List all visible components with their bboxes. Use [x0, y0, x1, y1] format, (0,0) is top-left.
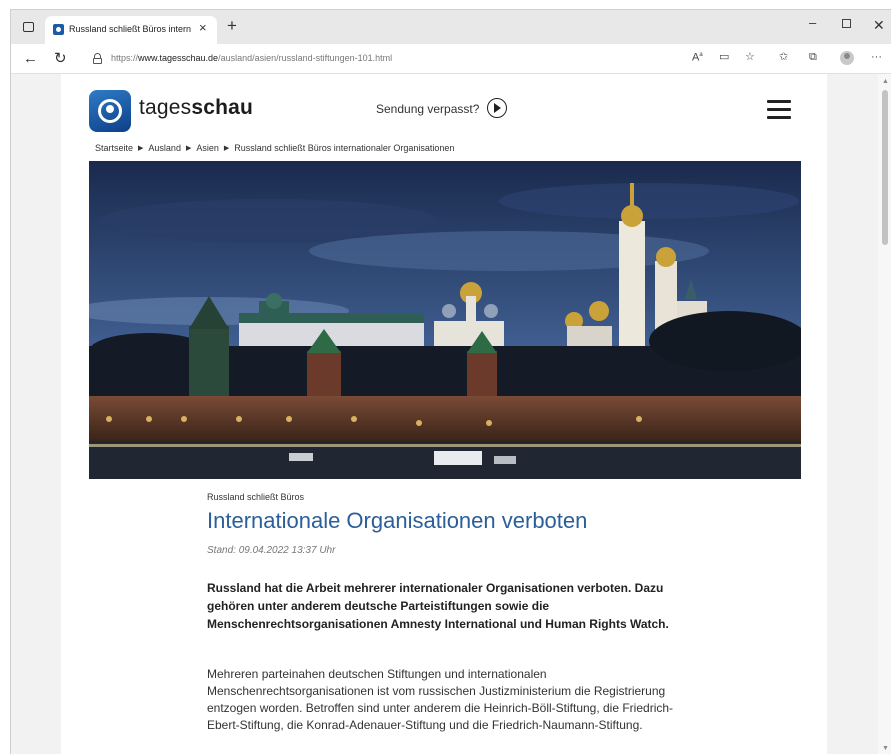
more-icon[interactable]: ···	[871, 52, 882, 63]
browser-window: Russland schließt Büros internati × + – …	[10, 9, 891, 754]
scrollbar-thumb[interactable]	[882, 90, 888, 245]
breadcrumb-item-asien[interactable]: Asien	[196, 143, 219, 153]
hamburger-menu-icon[interactable]	[767, 100, 791, 119]
breadcrumb-arrow-icon: ▶	[138, 145, 144, 152]
sendung-verpasst-link[interactable]: Sendung verpasst?	[376, 102, 479, 116]
article-lead: Russland hat die Arbeit mehrerer interna…	[207, 581, 669, 631]
breadcrumb-arrow-icon: ▶	[185, 145, 192, 152]
window-close-icon[interactable]: ✕	[873, 18, 885, 32]
browser-tab[interactable]: Russland schließt Büros internati ×	[45, 16, 217, 44]
breadcrumb-item-ausland[interactable]: Ausland	[148, 143, 181, 153]
tab-title: Russland schließt Büros internati	[69, 24, 191, 34]
lock-icon[interactable]	[93, 53, 102, 64]
breadcrumb-item-current[interactable]: Russland schließt Büros internationaler …	[234, 143, 454, 153]
page-content: tagesschau Sendung verpasst? Startseite ▶…	[61, 74, 827, 754]
minimize-icon[interactable]: –	[809, 16, 816, 29]
article-timestamp: Stand: 09.04.2022 13:37 Uhr	[207, 545, 336, 556]
url-text[interactable]: https://www.tagesschau.de/ausland/asien/…	[111, 53, 392, 63]
play-icon[interactable]	[487, 98, 507, 118]
reload-icon[interactable]: ↻	[54, 49, 67, 67]
article-body-paragraph: Mehreren parteinahen deutschen Stiftunge…	[207, 667, 674, 732]
address-bar[interactable]: https://www.tagesschau.de/ausland/asien/…	[81, 48, 681, 69]
favorite-star-icon[interactable]: ☆	[745, 52, 755, 63]
scroll-down-icon[interactable]: ▼	[882, 745, 889, 752]
browser-toolbar: ← ↻ https://www.tagesschau.de/ausland/as…	[11, 44, 891, 74]
breadcrumb-item-startseite[interactable]: Startseite	[95, 143, 133, 153]
tab-close-icon[interactable]: ×	[199, 21, 207, 34]
article-kicker: Russland schließt Büros	[207, 492, 305, 502]
article-headline: Internationale Organisationen verboten	[207, 508, 588, 533]
breadcrumb: Startseite ▶ Ausland ▶ Asien ▶ Russland schlie…	[95, 143, 454, 153]
tagesschau-favicon-icon	[53, 24, 64, 35]
new-tab-icon[interactable]: +	[227, 17, 237, 34]
page-viewport: tagesschau Sendung verpasst? Startseite ▶…	[11, 74, 891, 754]
vertical-scrollbar[interactable]: ▲ ▼	[878, 74, 891, 754]
tab-actions-icon[interactable]	[21, 20, 35, 34]
collections-icon[interactable]: ⧉	[809, 52, 817, 63]
breadcrumb-arrow-icon: ▶	[223, 145, 230, 152]
maximize-icon[interactable]	[842, 19, 851, 28]
favorites-icon[interactable]: ✩	[779, 52, 788, 63]
scroll-up-icon[interactable]: ▲	[882, 78, 889, 85]
read-aloud-icon[interactable]: Aa	[692, 52, 703, 64]
profile-icon[interactable]	[840, 51, 854, 65]
tagesschau-logo-icon[interactable]	[89, 90, 131, 132]
kremlin-photo	[89, 161, 801, 479]
site-brand[interactable]: tagesschau	[139, 96, 253, 120]
back-arrow-icon[interactable]: ←	[23, 50, 38, 67]
immersive-reader-icon[interactable]: ▭	[719, 52, 729, 63]
tab-strip: Russland schließt Büros internati × + – …	[11, 10, 891, 44]
